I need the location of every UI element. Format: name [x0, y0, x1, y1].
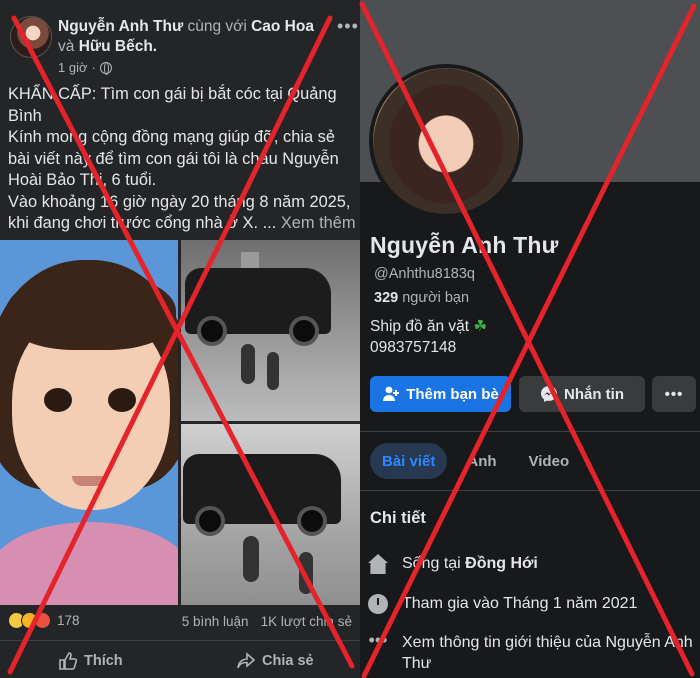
profile-handle: @Anhthu8183q: [374, 266, 475, 282]
share-label: Chia sẻ: [262, 653, 314, 669]
post-meta: 1 giờ ·: [58, 60, 112, 75]
thumbs-up-icon: [59, 652, 78, 670]
post-actions: Thích Chia sẻ: [0, 640, 360, 678]
detail-lives-in: Sống tại Đồng Hới: [368, 553, 693, 574]
more-dots-icon: •••: [368, 630, 388, 650]
author-avatar[interactable]: [10, 16, 52, 58]
reaction-count: 178: [57, 613, 80, 628]
divider: [360, 431, 700, 432]
share-arrow-icon: [237, 652, 256, 669]
post-body: KHẨN CẤP: Tìm con gái bị bắt cóc tại Quả…: [8, 84, 358, 235]
reaction-summary[interactable]: 178: [8, 612, 80, 629]
messenger-icon: [541, 386, 557, 402]
tagged-user-2[interactable]: Hữu Bếch.: [79, 38, 157, 55]
like-label: Thích: [84, 653, 123, 669]
add-person-icon: [383, 386, 400, 401]
post-text-line: Kính mong cộng đồng mạng giúp đỡ, chia s…: [8, 128, 339, 189]
with-word: cùng với: [187, 18, 247, 35]
and-word: và: [58, 38, 75, 55]
photo-cctv-2[interactable]: [181, 424, 360, 605]
phone-number: 0983757148: [370, 339, 457, 356]
see-more-link[interactable]: Xem thêm: [281, 214, 356, 232]
clover-icon: ☘: [473, 318, 488, 335]
more-actions-button[interactable]: •••: [652, 376, 696, 412]
separator-dot: ·: [91, 60, 96, 75]
tagged-user-1[interactable]: Cao Hoa: [251, 18, 314, 35]
photo-child-portrait[interactable]: [0, 240, 178, 605]
tab-photos[interactable]: Ảnh: [455, 443, 508, 479]
detail-joined: Tham gia vào Tháng 1 năm 2021: [368, 593, 693, 614]
like-button[interactable]: Thích: [58, 651, 123, 671]
photo-cctv-1[interactable]: [181, 240, 360, 421]
profile-panel: Nguyễn Anh Thư @Anhthu8183q 329 người bạ…: [360, 0, 700, 678]
profile-bio: Ship đồ ăn vặt ☘ 0983757148: [370, 318, 488, 356]
post-text-line: KHẨN CẤP: Tìm con gái bị bắt cóc tại Quả…: [8, 85, 337, 125]
tab-videos[interactable]: Video: [517, 443, 582, 479]
more-options-icon[interactable]: •••: [337, 16, 359, 37]
post-time[interactable]: 1 giờ: [58, 60, 88, 75]
friend-count[interactable]: 329 người bạn: [374, 290, 469, 306]
profile-tabs: Bài viết Ảnh Video: [370, 443, 581, 479]
author-name[interactable]: Nguyễn Anh Thư: [58, 18, 183, 35]
home-icon: [368, 554, 388, 574]
divider: [360, 490, 700, 491]
share-count[interactable]: 1K lượt chia sẻ: [261, 614, 352, 629]
details-heading: Chi tiết: [370, 509, 426, 527]
detail-about-link[interactable]: ••• Xem thông tin giới thiệu của Nguyễn …: [368, 630, 693, 674]
clock-icon: [368, 594, 388, 614]
engagement-counts: 5 bình luận 1K lượt chia sẻ: [182, 614, 352, 629]
message-button[interactable]: Nhắn tin: [519, 376, 645, 412]
angry-reaction-icon: [34, 612, 51, 629]
add-friend-button[interactable]: Thêm bạn bè: [370, 376, 511, 412]
globe-icon: [99, 61, 112, 75]
share-button[interactable]: Chia sẻ: [236, 651, 314, 671]
tab-posts[interactable]: Bài viết: [370, 443, 448, 479]
profile-name: Nguyễn Anh Thư: [370, 232, 559, 258]
post-photos: [0, 240, 360, 605]
comment-count[interactable]: 5 bình luận: [182, 614, 249, 629]
profile-avatar[interactable]: [369, 64, 523, 218]
post-text-line: Vào khoảng 16 giờ ngày 20 tháng 8 năm 20…: [8, 192, 356, 233]
post-header: Nguyễn Anh Thư cùng với Cao Hoa và Hữu B…: [8, 14, 358, 75]
post-author-line: Nguyễn Anh Thư cùng với Cao Hoa và Hữu B…: [58, 17, 328, 57]
post-panel: Nguyễn Anh Thư cùng với Cao Hoa và Hữu B…: [0, 0, 360, 678]
lives-city[interactable]: Đồng Hới: [465, 555, 538, 572]
